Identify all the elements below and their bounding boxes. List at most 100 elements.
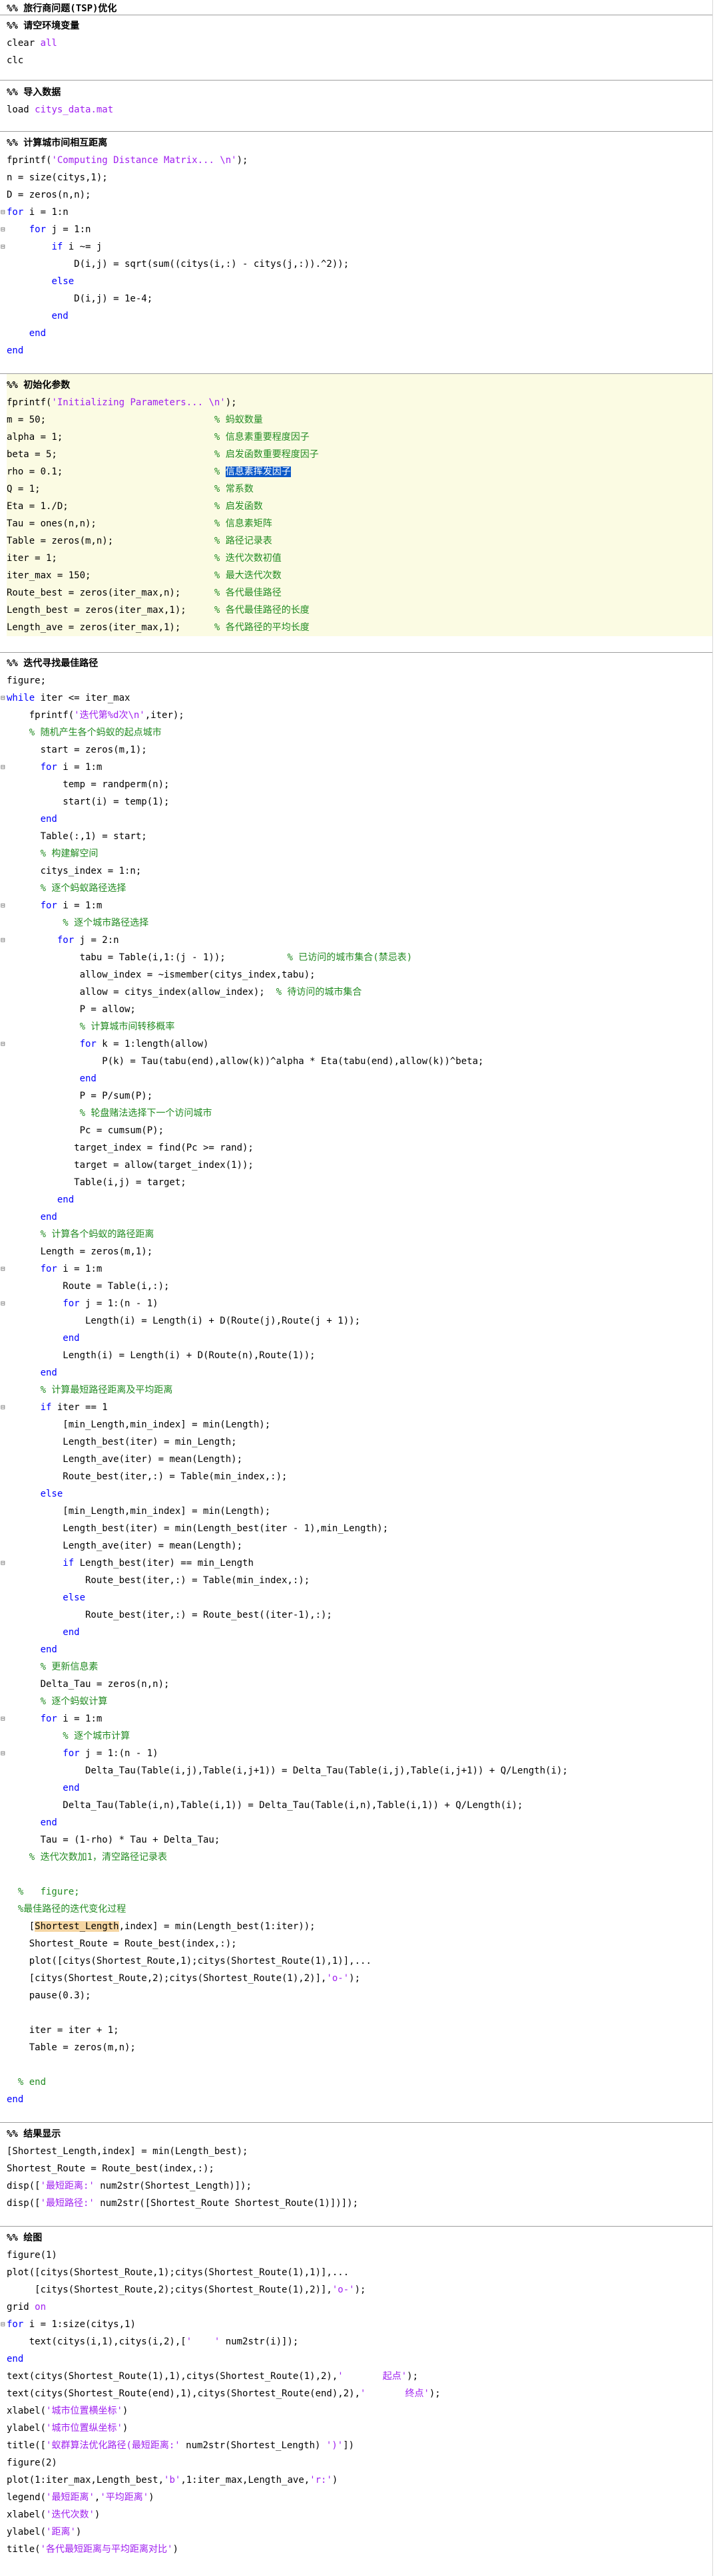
code-line[interactable]: end [0, 1624, 711, 1641]
code-line[interactable]: % 计算最短路径距离及平均距离 [0, 1381, 711, 1399]
code-line[interactable]: end [0, 1364, 711, 1381]
code-line[interactable]: % 随机产生各个蚂蚁的起点城市 [0, 724, 711, 741]
code-line[interactable]: temp = randperm(n); [0, 776, 711, 793]
code-line[interactable]: ⊟ for i = 1:size(citys,1) [0, 2316, 711, 2333]
code-line[interactable]: clc [0, 52, 711, 69]
code-line[interactable]: alpha = 1; % 信息素重要程度因子 [0, 429, 711, 446]
code-line[interactable]: D(i,j) = 1e-4; [0, 290, 711, 307]
code-line[interactable]: Eta = 1./D; % 启发函数 [0, 498, 711, 515]
code-line[interactable]: clear all [0, 35, 711, 52]
cell-header-line[interactable]: %% 结果显示 [0, 2125, 711, 2143]
fold-toggle-icon[interactable]: ⊟ [1, 1035, 5, 1053]
code-line[interactable]: ylabel('距离') [0, 2523, 711, 2541]
fold-toggle-icon[interactable]: ⊟ [1, 1399, 5, 1416]
code-line[interactable]: n = size(citys,1); [0, 169, 711, 186]
code-line[interactable]: end [0, 342, 711, 359]
code-line[interactable]: [citys(Shortest_Route,2);citys(Shortest_… [0, 2281, 711, 2299]
code-line[interactable]: figure(1) [0, 2247, 711, 2264]
code-line[interactable]: end [0, 2350, 711, 2368]
code-line[interactable]: xlabel('城市位置横坐标') [0, 2402, 711, 2420]
code-line[interactable]: % 逐个蚂蚁计算 [0, 1693, 711, 1710]
code-line[interactable]: Length_best(iter) = min_Length; [0, 1433, 711, 1451]
code-line[interactable]: xlabel('迭代次数') [0, 2506, 711, 2523]
code-line[interactable]: figure; [0, 672, 711, 689]
code-line[interactable]: ⊟ for i = 1:n [0, 204, 711, 221]
code-line[interactable]: ⊟ for j = 1:(n - 1) [0, 1295, 711, 1312]
fold-toggle-icon[interactable]: ⊟ [1, 1745, 5, 1762]
cell-header-line[interactable]: %% 请空环境变量 [0, 17, 711, 35]
code-line[interactable]: Q = 1; % 常系数 [0, 480, 711, 498]
fold-toggle-icon[interactable]: ⊟ [1, 204, 5, 221]
code-line[interactable]: ylabel('城市位置纵坐标') [0, 2420, 711, 2437]
code-line[interactable]: iter_max = 150; % 最大迭代次数 [0, 567, 711, 584]
code-line[interactable]: iter = iter + 1; [0, 2022, 711, 2039]
cell-header-line[interactable]: %% 迭代寻找最佳路径 [0, 655, 711, 672]
code-line[interactable]: [citys(Shortest_Route,2);citys(Shortest_… [0, 1970, 711, 1987]
code-line[interactable]: % 逐个城市路径选择 [0, 914, 711, 932]
fold-toggle-icon[interactable]: ⊟ [1, 1555, 5, 1572]
fold-toggle-icon[interactable]: ⊟ [1, 932, 5, 949]
code-line[interactable]: tabu = Table(i,1:(j - 1)); % 已访问的城市集合(禁忌… [0, 949, 711, 966]
code-line[interactable]: grid on [0, 2299, 711, 2316]
code-line[interactable]: Route_best(iter,:) = Route_best((iter-1)… [0, 1606, 711, 1624]
code-line[interactable]: text(citys(Shortest_Route(end),1),citys(… [0, 2385, 711, 2402]
code-line[interactable]: Route_best(iter,:) = Table(min_index,:); [0, 1468, 711, 1485]
code-line[interactable]: fprintf('Computing Distance Matrix... \n… [0, 152, 711, 169]
code-line[interactable]: ⊟ for i = 1:m [0, 897, 711, 914]
code-line[interactable]: ⊟ for i = 1:m [0, 1710, 711, 1728]
code-line[interactable]: fprintf('Initializing Parameters... \n')… [0, 394, 711, 411]
code-line[interactable]: end [0, 325, 711, 342]
code-line[interactable]: legend('最短距离','平均距离') [0, 2489, 711, 2506]
fold-toggle-icon[interactable]: ⊟ [1, 1710, 5, 1728]
cell-header-line[interactable]: %% 导入数据 [0, 84, 711, 101]
code-line[interactable]: % 更新信息素 [0, 1658, 711, 1676]
code-line[interactable]: % end [0, 2074, 711, 2091]
code-line[interactable]: P = allow; [0, 1001, 711, 1018]
code-line[interactable]: Length_ave(iter) = mean(Length); [0, 1451, 711, 1468]
code-line[interactable]: Length_ave(iter) = mean(Length); [0, 1537, 711, 1555]
code-line[interactable]: citys_index = 1:n; [0, 862, 711, 880]
code-line[interactable]: iter = 1; % 迭代次数初值 [0, 550, 711, 567]
code-line[interactable]: [min_Length,min_index] = min(Length); [0, 1503, 711, 1520]
code-editor[interactable]: %% 旅行商问题(TSP)优化 %% 请空环境变量 clear all clc %% 导… [0, 0, 719, 2576]
code-line[interactable]: beta = 5; % 启发函数重要程度因子 [0, 446, 711, 463]
code-line[interactable]: [min_Length,min_index] = min(Length); [0, 1416, 711, 1433]
code-line[interactable]: start(i) = temp(1); [0, 793, 711, 811]
code-line[interactable]: pause(0.3); [0, 1987, 711, 2004]
code-line[interactable]: target_index = find(Pc >= rand); [0, 1139, 711, 1157]
code-line[interactable]: Length_best(iter) = min(Length_best(iter… [0, 1520, 711, 1537]
code-line[interactable]: start = zeros(m,1); [0, 741, 711, 759]
code-line[interactable]: Pc = cumsum(P); [0, 1122, 711, 1139]
code-line[interactable]: Length_best = zeros(iter_max,1); % 各代最佳路… [0, 602, 711, 619]
code-line[interactable]: % 构建解空间 [0, 845, 711, 862]
code-line[interactable]: ⊟ for i = 1:m [0, 1260, 711, 1278]
code-line[interactable]: figure(2) [0, 2454, 711, 2472]
code-line[interactable]: Table = zeros(m,n); [0, 2039, 711, 2056]
code-line[interactable]: end [0, 1191, 711, 1208]
code-line[interactable]: end [0, 307, 711, 325]
fold-toggle-icon[interactable]: ⊟ [1, 1260, 5, 1278]
code-line[interactable]: title(['蚁群算法优化路径(最短距离:' num2str(Shortest… [0, 2437, 711, 2454]
fold-toggle-icon[interactable]: ⊟ [1, 2316, 5, 2333]
code-line[interactable]: target = allow(target_index(1)); [0, 1157, 711, 1174]
code-line[interactable]: % 迭代次数加1，清空路径记录表 [0, 1849, 711, 1866]
code-line[interactable]: Shortest_Route = Route_best(index,:); [0, 2160, 711, 2177]
code-line[interactable]: ⊟ if iter == 1 [0, 1399, 711, 1416]
code-line[interactable]: fprintf('迭代第%d次\n',iter); [0, 707, 711, 724]
code-line[interactable]: ⊟ if Length_best(iter) == min_Length [0, 1555, 711, 1572]
cell-header-line[interactable]: %% 旅行商问题(TSP)优化 [0, 0, 711, 17]
code-line[interactable]: load citys_data.mat [0, 101, 711, 118]
code-line[interactable]: ⊟ for i = 1:m [0, 759, 711, 776]
code-line[interactable]: % 逐个城市计算 [0, 1728, 711, 1745]
code-line[interactable]: disp(['最短路径:' num2str([Shortest_Route Sh… [0, 2195, 711, 2212]
code-line[interactable]: ⊟ for j = 1:(n - 1) [0, 1745, 711, 1762]
code-line[interactable]: ⊟ if i ~= j [0, 238, 711, 256]
code-line[interactable]: title('各代最短距离与平均距离对比') [0, 2541, 711, 2558]
code-line[interactable]: end [0, 1070, 711, 1087]
code-line[interactable]: % 逐个蚂蚁路径选择 [0, 880, 711, 897]
code-line[interactable]: ⊟ while iter <= iter_max [0, 689, 711, 707]
code-line[interactable]: else [0, 1589, 711, 1606]
code-line[interactable]: [Shortest_Length,index] = min(Length_bes… [0, 2143, 711, 2160]
code-line[interactable]: disp(['最短距离:' num2str(Shortest_Length)])… [0, 2177, 711, 2195]
code-line[interactable]: % 计算各个蚂蚁的路径距离 [0, 1226, 711, 1243]
